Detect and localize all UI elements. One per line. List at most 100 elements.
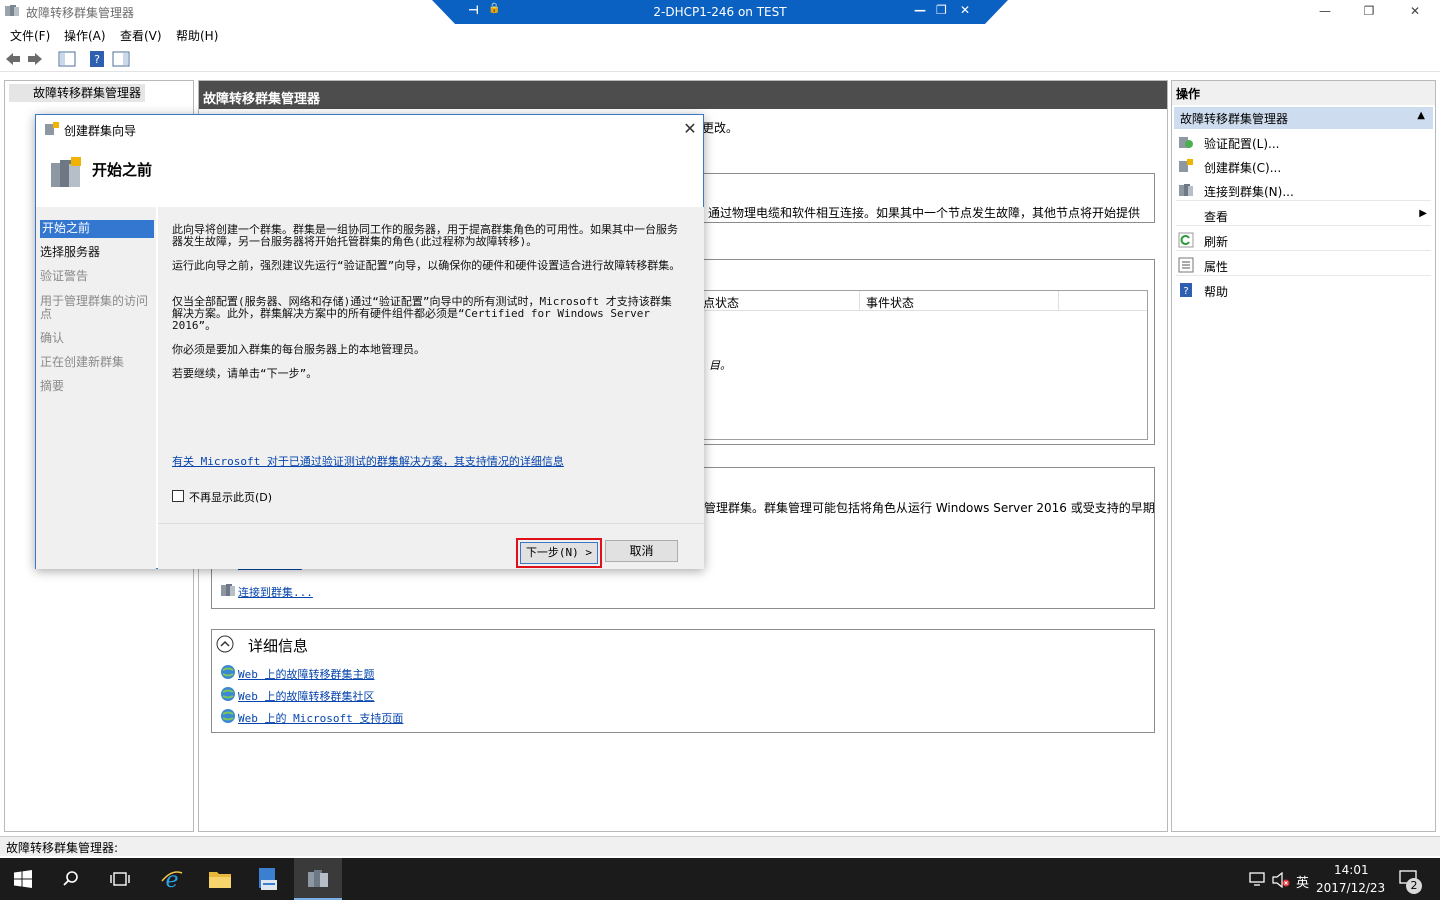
step-creating: 正在创建新群集 — [40, 355, 125, 369]
create-cluster-wizard: 创建群集向导 ✕ 开始之前 开始之前 选择服务器 验证警告 用于管理群集的访问点… — [35, 114, 704, 569]
task-view-icon[interactable] — [110, 870, 130, 888]
support-info-link[interactable]: 有关 Microsoft 对于已通过验证测试的群集解决方案，其支持情况的详细信息 — [172, 453, 564, 469]
taskbar: e 英 14:01 2017/12/23 2 — [0, 858, 1440, 900]
action-create-cluster[interactable]: 创建群集(C)... — [1176, 155, 1431, 177]
ime-indicator[interactable]: 英 — [1296, 872, 1309, 891]
step-access-point: 用于管理群集的访问点 — [40, 294, 149, 321]
step-validation-warning: 验证警告 — [40, 269, 89, 283]
cluster-app-icon — [5, 5, 19, 16]
show-hide-action-pane-icon[interactable] — [112, 50, 130, 68]
windows-start-icon[interactable] — [14, 870, 32, 888]
actions-header: 操作 — [1172, 81, 1435, 105]
action-label: 刷新 — [1204, 235, 1229, 249]
toolbar: ? — [0, 46, 1440, 72]
col-event-status[interactable]: 事件状态 — [859, 291, 1059, 310]
window-title: 故障转移群集管理器 — [26, 6, 135, 20]
dialog-title: 创建群集向导 — [64, 124, 137, 138]
management-text: 管理群集。群集管理可能包括将角色从运行 Windows Server 2016 … — [704, 501, 1155, 515]
action-connect-cluster[interactable]: 连接到群集(N)... — [1176, 179, 1431, 201]
table-empty-text: 目。 — [709, 359, 731, 372]
details-section: 详细信息 Web 上的故障转移群集主题 Web 上的故障转移群集社区 Web 上… — [211, 629, 1155, 733]
svg-text:?: ? — [94, 53, 100, 66]
back-arrow-icon[interactable] — [4, 50, 22, 68]
rdp-close-icon[interactable]: ✕ — [960, 3, 970, 17]
properties-icon — [1178, 257, 1194, 273]
clock-date[interactable]: 2017/12/23 — [1316, 881, 1385, 895]
restore-button[interactable]: ❐ — [1346, 0, 1392, 24]
wizard-steps: 开始之前 选择服务器 验证警告 用于管理群集的访问点 确认 正在创建新群集 摘要 — [36, 207, 156, 569]
action-refresh[interactable]: 刷新 — [1176, 229, 1431, 251]
details-title: 详细信息 — [248, 637, 309, 655]
help-icon[interactable]: ? — [88, 50, 106, 68]
center-header: 故障转移群集管理器 — [199, 81, 1167, 109]
clock-time[interactable]: 14:01 — [1334, 863, 1369, 877]
show-hide-tree-icon[interactable] — [58, 50, 76, 68]
web-link-topics[interactable]: Web 上的故障转移群集主题 — [238, 666, 375, 682]
connect-cluster-icon — [221, 584, 235, 596]
action-properties[interactable]: 属性 — [1176, 254, 1431, 276]
rdp-restore-icon[interactable]: ❐ — [936, 3, 947, 17]
web-link-support[interactable]: Web 上的 Microsoft 支持页面 — [238, 710, 403, 726]
close-window-button[interactable]: ✕ — [1392, 0, 1438, 24]
help-icon: ? — [1180, 283, 1192, 297]
notification-count-badge: 2 — [1406, 878, 1422, 894]
connect-cluster-icon — [1179, 184, 1193, 196]
center-partial-text: 更改。 — [702, 121, 739, 135]
collapse-up-icon[interactable]: ▲ — [1417, 110, 1425, 121]
action-help[interactable]: ? 帮助 — [1176, 279, 1431, 301]
submenu-arrow-icon: ▶ — [1419, 208, 1427, 219]
next-button[interactable]: 下一步(N) > — [520, 542, 598, 564]
continue-paragraph: 若要继续，请单击“下一步”。 — [172, 367, 318, 380]
server-manager-icon[interactable] — [256, 866, 280, 892]
col-node-status[interactable]: 点状态 — [703, 294, 739, 311]
overview-text: 通过物理电缆和软件相互连接。如果其中一个节点发生故障，其他节点将开始提供 — [708, 206, 1141, 220]
action-label: 查看 — [1204, 210, 1229, 224]
menu-bar: 文件(F) 操作(A) 查看(V) 帮助(H) — [0, 24, 1440, 46]
support-paragraph: 仅当全部配置(服务器、网络和存储)通过“验证配置”向导中的所有测试时，Micro… — [172, 295, 672, 332]
dont-show-checkbox[interactable] — [172, 490, 184, 502]
web-link-community[interactable]: Web 上的故障转移群集社区 — [238, 688, 375, 704]
validate-paragraph: 运行此向导之前，强烈建议先运行“验证配置”向导，以确保你的硬件和硬件设置适合进行… — [172, 259, 681, 272]
cluster-server-icon — [51, 157, 81, 187]
collapse-icon[interactable] — [216, 635, 234, 653]
actions-subheader[interactable]: 故障转移群集管理器 ▲ — [1174, 107, 1433, 129]
action-label: 连接到群集(N)... — [1204, 185, 1294, 199]
dialog-close-button[interactable]: ✕ — [680, 119, 700, 139]
web-globe-icon — [221, 665, 235, 679]
step-before-you-begin[interactable]: 开始之前 — [40, 220, 154, 238]
action-label: 验证配置(L)... — [1204, 137, 1280, 151]
menu-action[interactable]: 操作(A) — [64, 27, 106, 44]
forward-arrow-icon[interactable] — [26, 50, 44, 68]
file-explorer-icon[interactable] — [208, 868, 232, 890]
menu-view[interactable]: 查看(V) — [120, 27, 162, 44]
create-cluster-icon — [1179, 159, 1193, 172]
step-summary: 摘要 — [40, 379, 65, 393]
step-select-servers[interactable]: 选择服务器 — [40, 246, 154, 259]
action-view[interactable]: 查看 ▶ — [1176, 204, 1431, 226]
cancel-button[interactable]: 取消 — [605, 540, 678, 562]
intro-paragraph: 此向导将创建一个群集。群集是一组协同工作的服务器，用于提高群集角色的可用性。如果… — [172, 223, 678, 248]
validate-config-icon — [1179, 137, 1193, 148]
dont-show-label[interactable]: 不再显示此页(D) — [189, 489, 272, 505]
cluster-app-icon — [308, 870, 328, 887]
network-icon[interactable] — [1248, 872, 1266, 886]
action-label: 创建群集(C)... — [1204, 161, 1282, 175]
menu-help[interactable]: 帮助(H) — [176, 27, 218, 44]
web-globe-icon — [221, 709, 235, 723]
action-validate[interactable]: 验证配置(L)... — [1176, 131, 1431, 153]
connect-cluster-link[interactable]: 连接到群集... — [238, 584, 313, 600]
action-label: 帮助 — [1204, 285, 1229, 299]
volume-muted-icon[interactable] — [1272, 872, 1290, 888]
rdp-minimize-icon[interactable]: — — [914, 3, 926, 17]
taskbar-cluster-app[interactable] — [294, 858, 342, 900]
internet-explorer-icon[interactable]: e — [160, 867, 184, 891]
minimize-button[interactable]: — — [1302, 0, 1348, 24]
search-icon[interactable] — [62, 870, 80, 888]
web-globe-icon — [221, 687, 235, 701]
actions-subheader-label: 故障转移群集管理器 — [1180, 112, 1289, 126]
wizard-footer: 下一步(N) > 取消 — [158, 523, 704, 569]
admin-paragraph: 你必须是要加入群集的每台服务器上的本地管理员。 — [172, 343, 425, 356]
tree-root-node[interactable]: 故障转移群集管理器 — [9, 84, 146, 102]
menu-file[interactable]: 文件(F) — [10, 27, 50, 44]
action-label: 属性 — [1204, 260, 1229, 274]
